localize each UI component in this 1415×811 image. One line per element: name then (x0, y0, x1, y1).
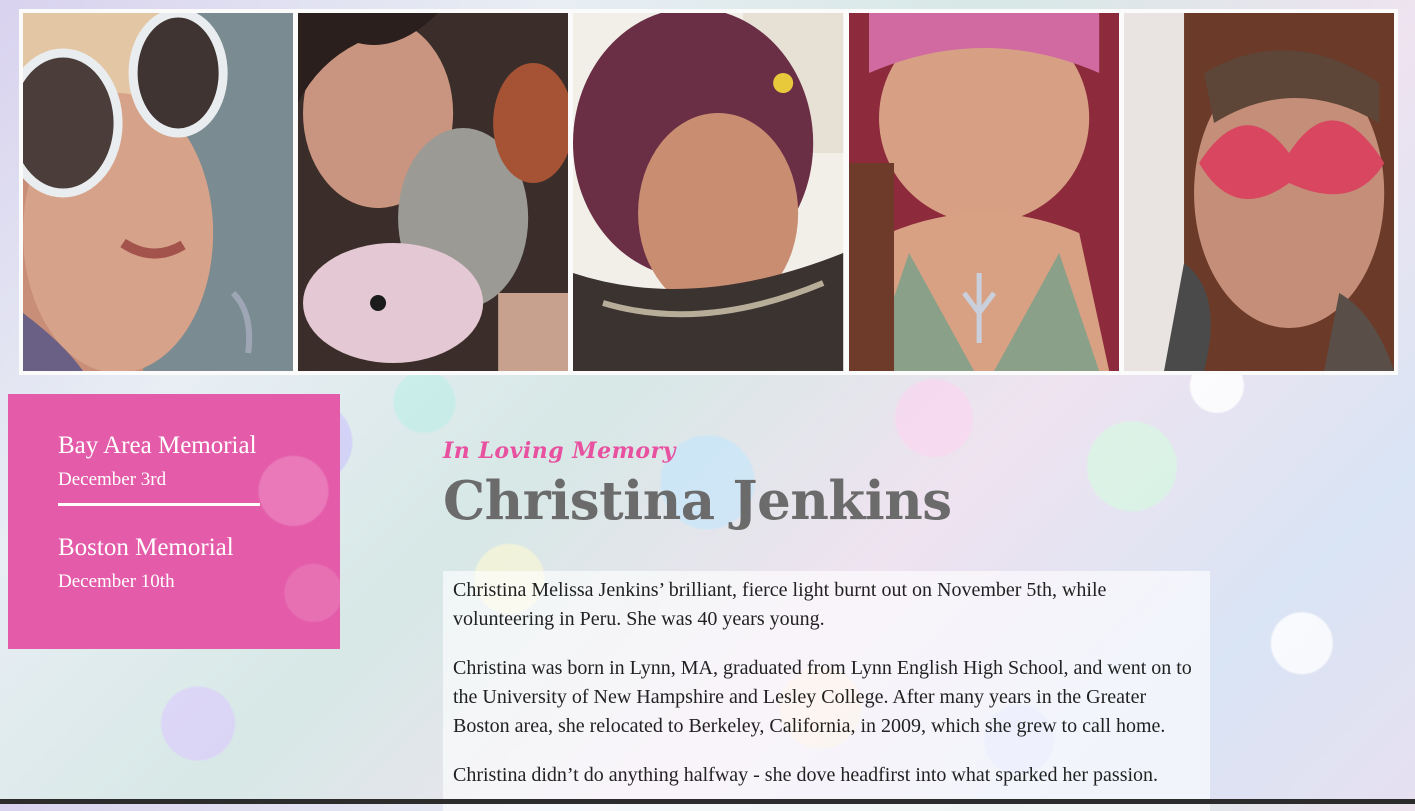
in-loving-memory-kicker: In Loving Memory (443, 438, 676, 464)
photo-gallery (19, 9, 1398, 375)
page-title: Christina Jenkins (443, 470, 952, 532)
gallery-photo-2[interactable] (298, 13, 569, 371)
event-date-boston: December 10th (58, 571, 175, 592)
memorial-events-panel: Bay Area Memorial December 3rd Boston Me… (8, 394, 340, 649)
window-bottom-bar (0, 799, 1415, 804)
divider (58, 503, 260, 506)
gallery-photo-5[interactable] (1123, 13, 1395, 371)
portrait-purple-hair-photo (573, 13, 844, 371)
event-title-boston[interactable]: Boston Memorial (58, 530, 290, 565)
event-date-bay-area: December 3rd (58, 469, 167, 490)
gallery-photo-4[interactable] (848, 13, 1119, 371)
memorial-header: In Loving Memory Christina Jenkins (443, 438, 1203, 532)
gallery-photo-3[interactable] (573, 13, 844, 371)
portrait-plush-toys-photo (298, 13, 569, 371)
obituary-text: Christina Melissa Jenkins’ brilliant, fi… (443, 571, 1210, 811)
event-title-bay-area[interactable]: Bay Area Memorial (58, 428, 290, 463)
paragraph: Christina didn’t do anything halfway - s… (453, 764, 1159, 786)
portrait-pink-hair-photo (848, 13, 1119, 371)
paragraph: Christina Melissa Jenkins’ brilliant, fi… (453, 579, 1107, 630)
portrait-lace-mask-photo (1123, 13, 1395, 371)
portrait-sunglasses-photo (23, 13, 294, 371)
paragraph: Christina was born in Lynn, MA, graduate… (453, 657, 1192, 737)
gallery-photo-1[interactable] (23, 13, 294, 371)
